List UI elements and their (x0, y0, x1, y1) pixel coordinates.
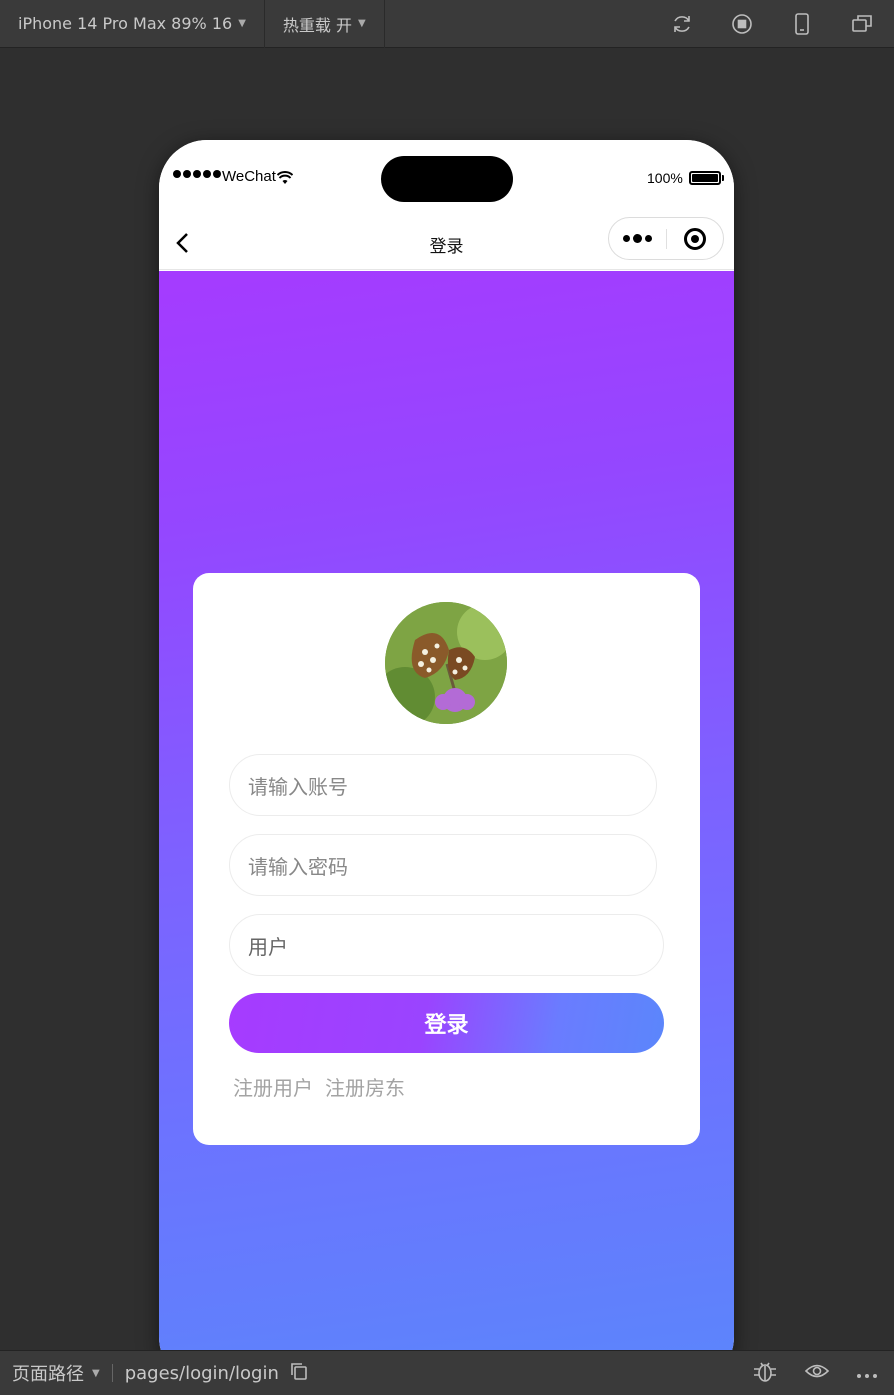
butterfly-image (385, 602, 507, 724)
phone-icon[interactable] (790, 12, 814, 36)
register-landlord-link[interactable]: 注册房东 (325, 1072, 405, 1101)
dynamic-island (381, 156, 513, 202)
navigation-bar: 登录 (159, 216, 734, 270)
phone-frame: WeChat 100% 登录 请输入账号 请输入密码 用户 登录 注册用户 注册… (159, 140, 734, 1385)
battery-tip (722, 175, 724, 181)
avatar (385, 602, 507, 724)
window-icon[interactable] (850, 12, 874, 36)
chevron-down-icon: ▼ (357, 18, 366, 29)
page-path-label: 页面路径 (12, 1364, 84, 1385)
more-icon[interactable] (856, 1363, 878, 1384)
battery-percent: 100% (647, 170, 683, 186)
simulator-canvas: WeChat 100% 登录 请输入账号 请输入密码 用户 登录 注册用户 注册… (0, 48, 894, 1385)
role-picker[interactable]: 用户 (229, 914, 664, 976)
eye-icon[interactable] (804, 1361, 830, 1386)
divider (111, 1364, 113, 1382)
account-input[interactable]: 请输入账号 (229, 754, 657, 816)
stop-icon[interactable] (730, 12, 754, 36)
more-options-icon[interactable] (609, 218, 666, 259)
close-miniprogram-icon[interactable] (666, 218, 723, 259)
chevron-down-icon: ▼ (238, 18, 246, 29)
chevron-down-icon: ▼ (92, 1367, 100, 1379)
refresh-icon[interactable] (670, 12, 694, 36)
password-input[interactable]: 请输入密码 (229, 834, 657, 896)
page-path-bar: 页面路径 ▼ pages/login/login (0, 1350, 894, 1395)
login-button[interactable]: 登录 (229, 993, 664, 1053)
carrier-label: WeChat (222, 168, 276, 185)
page-path-value: pages/login/login (124, 1362, 279, 1384)
register-links: 注册用户 注册房东 (233, 1072, 405, 1101)
status-bar: WeChat 100% (159, 140, 734, 216)
wifi-icon (276, 170, 294, 189)
login-card: 请输入账号 请输入密码 用户 登录 注册用户 注册房东 (193, 573, 700, 1145)
bug-icon[interactable] (752, 1359, 778, 1388)
page-path-dropdown[interactable]: 页面路径 ▼ (0, 1360, 100, 1386)
copy-icon[interactable] (289, 1361, 309, 1386)
hot-reload-label: 热重载 开 (282, 15, 352, 35)
login-page-background: 请输入账号 请输入密码 用户 登录 注册用户 注册房东 (159, 271, 734, 1385)
device-label: iPhone 14 Pro Max 89% 16 (18, 14, 233, 33)
battery-icon (689, 171, 721, 185)
simulator-toolbar: iPhone 14 Pro Max 89% 16 ▼ 热重载 开 ▼ (0, 0, 894, 48)
signal-icon (173, 170, 221, 178)
device-selector[interactable]: iPhone 14 Pro Max 89% 16 ▼ (0, 0, 265, 48)
menu-capsule (608, 217, 724, 260)
register-user-link[interactable]: 注册用户 (233, 1072, 313, 1101)
hot-reload-toggle[interactable]: 热重载 开 ▼ (265, 0, 385, 48)
